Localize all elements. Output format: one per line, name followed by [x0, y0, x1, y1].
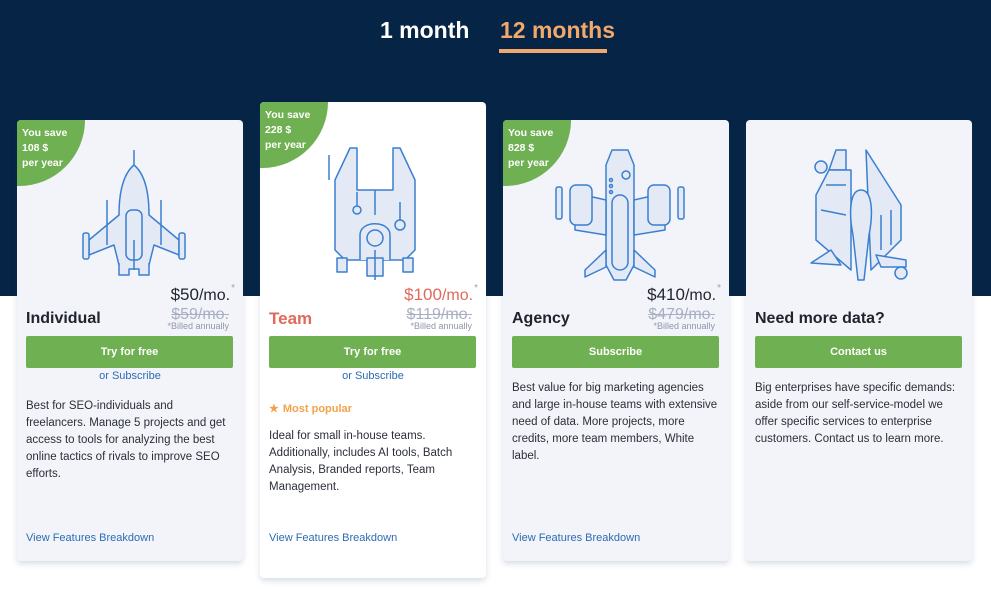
price-period: /mo. [441, 287, 474, 304]
plan-card-enterprise: Need more data? Contact us Big enterpris… [746, 120, 972, 561]
spaceship-icon [82, 150, 186, 276]
tab-12-months[interactable]: 12 months [500, 17, 615, 44]
plan-description: Ideal for small in-house teams. Addition… [269, 430, 453, 493]
tab-1-month[interactable]: 1 month [380, 17, 469, 44]
plan-name: Agency [512, 310, 570, 327]
star-icon: ★ [269, 403, 279, 415]
price-period: /mo. [684, 287, 717, 304]
or-subscribe-link[interactable]: or Subscribe [17, 370, 243, 382]
savings-amount: 228 $ [265, 124, 292, 136]
most-popular-label: Most popular [282, 403, 352, 415]
most-popular-badge: ★ Most popular [269, 402, 352, 415]
plan-description: Best value for big marketing agencies an… [512, 382, 718, 462]
savings-label: You save [22, 127, 68, 139]
or-subscribe-link[interactable]: or Subscribe [260, 370, 486, 382]
plan-card-agency: You save 828 $ per year $410/mo.* $479/m… [503, 120, 729, 561]
subscribe-button[interactable]: Subscribe [512, 336, 719, 368]
try-for-free-button[interactable]: Try for free [269, 336, 476, 368]
price-asterisk: * [231, 283, 235, 294]
view-features-link[interactable]: View Features Breakdown [26, 532, 154, 544]
price-value: $410 [647, 285, 685, 304]
plan-name: Need more data? [755, 310, 885, 327]
view-features-link[interactable]: View Features Breakdown [512, 532, 640, 544]
billed-annually-note: *Billed annually [410, 321, 472, 331]
plan-description: Big enterprises have specific demands: a… [755, 382, 956, 445]
billed-annually-note: *Billed annually [653, 321, 715, 331]
view-features-link[interactable]: View Features Breakdown [269, 532, 397, 544]
contact-us-button[interactable]: Contact us [755, 336, 962, 368]
price-block: $50/mo.* $59/mo. *Billed annually [167, 283, 235, 331]
price-block: $100/mo.* $119/mo. *Billed annually [404, 283, 478, 331]
billed-annually-note: *Billed annually [167, 321, 229, 331]
plan-description: Best for SEO-individuals and freelancers… [26, 400, 226, 480]
spaceship-icon [555, 149, 685, 281]
savings-label: You save [508, 127, 554, 139]
price-asterisk: * [474, 283, 478, 294]
spaceship-icon [810, 149, 908, 281]
price-block: $410/mo.* $479/mo. *Billed annually [647, 283, 721, 331]
savings-label: You save [265, 109, 311, 121]
price-value: $100 [404, 285, 442, 304]
price-asterisk: * [717, 283, 721, 294]
price-period: /mo. [198, 287, 231, 304]
plan-card-team: You save 228 $ per year $100/mo.* $119/m… [260, 102, 486, 578]
plan-name: Team [269, 309, 313, 328]
active-tab-underline [499, 49, 607, 53]
plan-name: Individual [26, 310, 101, 327]
price-value: $50 [170, 285, 199, 304]
plan-card-individual: You save 108 $ per year $50/mo.* $59/mo.… [17, 120, 243, 561]
billing-period-tabs: 1 month 12 months [0, 0, 991, 60]
try-for-free-button[interactable]: Try for free [26, 336, 233, 368]
spaceship-icon [328, 147, 416, 280]
